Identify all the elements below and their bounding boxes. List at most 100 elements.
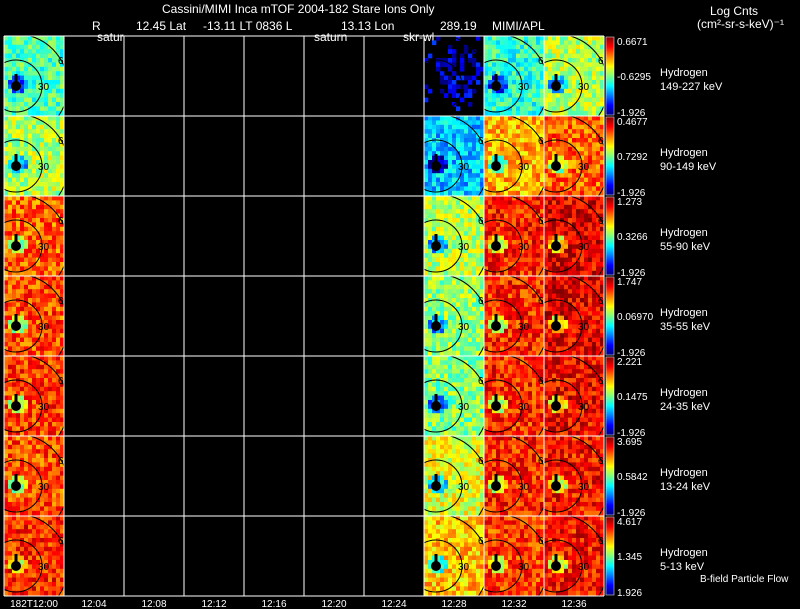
heatmap-cell (448, 320, 453, 325)
heatmap-cell (20, 386, 25, 392)
heatmap-cell (52, 186, 57, 192)
heatmap-cell (440, 417, 445, 423)
heatmap-cell (596, 244, 601, 250)
heatmap-cell (44, 110, 49, 116)
heatmap-cell (32, 346, 37, 352)
heatmap-cell (548, 62, 553, 68)
heatmap-cell (12, 257, 17, 263)
heatmap-cell (468, 200, 473, 206)
heatmap-cell (496, 356, 501, 361)
heatmap-cell (16, 417, 21, 423)
heatmap-cell (448, 49, 453, 54)
heatmap-cell (24, 97, 29, 103)
heatmap-cell (500, 44, 505, 50)
heatmap-cell (596, 88, 601, 94)
heatmap-cell (44, 151, 49, 156)
heatmap-cell (456, 293, 461, 299)
heatmap-cell (424, 311, 429, 316)
heatmap-cell (4, 356, 9, 361)
heatmap-cell (432, 284, 437, 290)
heatmap-cell (488, 333, 493, 338)
heatmap-cell (468, 422, 473, 427)
heatmap-cell (508, 160, 513, 165)
heatmap-cell (548, 209, 553, 214)
heatmap-cell (424, 280, 429, 286)
heatmap-cell (532, 226, 537, 232)
heatmap-cell (16, 382, 21, 388)
heatmap-cell (448, 293, 453, 299)
heatmap-cell (40, 124, 45, 130)
heatmap-cell (532, 395, 537, 401)
heatmap-cell (48, 186, 53, 192)
heatmap-cell (52, 235, 57, 241)
heatmap-cell (436, 62, 441, 68)
heatmap-cell (588, 231, 593, 236)
heatmap-cell (588, 71, 593, 76)
heatmap-cell (20, 160, 25, 165)
heatmap-cell (524, 373, 529, 379)
heatmap-cell (16, 196, 21, 201)
heatmap-cell (528, 75, 533, 81)
heatmap-cell (532, 350, 537, 356)
heatmap-cell (500, 129, 505, 134)
heatmap-cell (564, 293, 569, 299)
heatmap-cell (16, 276, 21, 281)
heatmap-cell (536, 306, 541, 312)
heatmap-cell (24, 342, 29, 347)
heatmap-cell (40, 226, 45, 232)
heatmap-cell (452, 320, 457, 325)
heatmap-cell (504, 315, 509, 321)
heatmap-cell (496, 373, 501, 379)
heatmap-cell (520, 44, 525, 50)
heatmap-cell (32, 333, 37, 338)
heatmap-cell (440, 213, 445, 219)
heatmap-cell (20, 204, 25, 210)
heatmap-cell (584, 190, 589, 196)
heatmap-cell (504, 120, 509, 126)
heatmap-cell (44, 333, 49, 338)
heatmap-cell (28, 66, 33, 72)
heatmap-cell (476, 160, 481, 165)
heatmap-cell (20, 276, 25, 281)
heatmap-cell (596, 204, 601, 210)
heatmap-cell (596, 155, 601, 161)
heatmap-cell (548, 133, 553, 139)
heatmap-cell (492, 226, 497, 232)
heatmap-cell (584, 231, 589, 236)
heatmap-cell (48, 426, 53, 432)
heatmap-cell (572, 248, 577, 254)
heatmap-cell (544, 280, 549, 286)
heatmap-cell (588, 302, 593, 308)
heatmap-cell (12, 129, 17, 134)
heatmap-cell (580, 293, 585, 299)
heatmap-cell (468, 226, 473, 232)
heatmap-cell (568, 155, 573, 161)
heatmap-cell (524, 49, 529, 54)
heatmap-cell (428, 315, 433, 321)
heatmap-cell (596, 240, 601, 245)
heatmap-cell (560, 200, 565, 206)
heatmap-cell (588, 289, 593, 294)
heatmap-cell (588, 40, 593, 46)
heatmap-cell (496, 289, 501, 294)
heatmap-cell (472, 266, 477, 272)
heatmap-cell (596, 280, 601, 286)
heatmap-cell (552, 200, 557, 206)
heatmap-cell (532, 110, 537, 116)
heatmap-cell (484, 350, 489, 356)
heatmap-cell (32, 266, 37, 272)
heatmap-cell (20, 177, 25, 183)
heatmap-cell (500, 386, 505, 392)
heatmap-cell (532, 386, 537, 392)
heatmap-cell (596, 151, 601, 156)
heatmap-cell (460, 306, 465, 312)
heatmap-cell (472, 88, 477, 94)
heatmap-cell (564, 71, 569, 76)
heatmap-cell (4, 204, 9, 210)
heatmap-cell (560, 231, 565, 236)
heatmap-cell (592, 75, 597, 81)
heatmap-cell (452, 346, 457, 352)
heatmap-cell (456, 120, 461, 126)
heatmap-cell (36, 346, 41, 352)
heatmap-cell (444, 404, 449, 410)
